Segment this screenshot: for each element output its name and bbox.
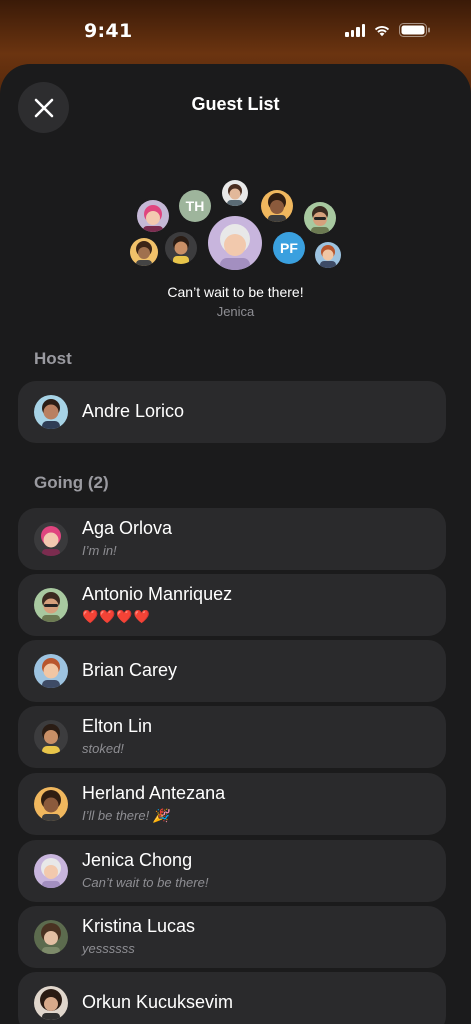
avatar <box>34 395 68 429</box>
avatar <box>34 588 68 622</box>
status-time: 9:41 <box>84 20 133 42</box>
featured-quote: Can’t wait to be there! <box>167 284 304 300</box>
status-icons <box>345 23 431 37</box>
cellular-signal-icon <box>345 23 365 37</box>
guest-name: Herland Antezana <box>82 783 226 803</box>
host-row[interactable]: Andre Lorico <box>18 381 446 443</box>
guest-note: I’ll be there! 🎉 <box>82 808 170 823</box>
section-header-going: Going (2) <box>34 473 109 492</box>
guest-name: Orkun Kucuksevim <box>82 992 234 1012</box>
guest-row[interactable]: Herland Antezana I’ll be there! 🎉 <box>18 773 446 835</box>
guest-list-sheet: Guest List TH PF Can’t wait to be there!… <box>0 64 471 1024</box>
guest-row[interactable]: Elton Lin stoked! <box>18 706 446 768</box>
guest-note: stoked! <box>82 741 124 756</box>
initials-avatar: PF <box>273 232 305 264</box>
featured-guest-avatar <box>208 216 262 270</box>
wifi-icon <box>374 25 390 37</box>
memoji-avatar <box>222 180 248 206</box>
featured-quote-author: Jenica <box>216 304 255 319</box>
guest-name: Elton Lin <box>82 716 153 736</box>
guest-note: ❤️❤️❤️❤️ <box>82 609 151 624</box>
memoji-avatar <box>130 238 158 266</box>
memoji-avatar <box>315 242 341 268</box>
guest-row[interactable]: Kristina Lucas yessssss <box>18 906 446 968</box>
memoji-avatar <box>165 232 197 264</box>
memoji-avatar <box>304 202 336 234</box>
guest-note: Can’t wait to be there! <box>82 875 209 890</box>
avatar <box>34 986 68 1020</box>
guest-name: Aga Orlova <box>82 518 173 538</box>
guest-row[interactable]: Antonio Manriquez ❤️❤️❤️❤️ <box>18 574 446 636</box>
guest-name: Andre Lorico <box>82 401 185 421</box>
memoji-avatar <box>261 190 293 222</box>
guest-row[interactable]: Orkun Kucuksevim <box>18 972 446 1024</box>
guest-name: Kristina Lucas <box>82 916 196 936</box>
guest-name: Jenica Chong <box>82 850 193 870</box>
guest-note: I’m in! <box>82 543 117 558</box>
guest-name: Antonio Manriquez <box>82 584 233 604</box>
avatar <box>34 654 68 688</box>
guest-row[interactable]: Brian Carey <box>18 640 446 702</box>
status-bar: 9:41 <box>0 0 471 62</box>
sheet-title: Guest List <box>191 94 280 114</box>
avatar <box>34 522 68 556</box>
avatar <box>34 854 68 888</box>
section-header-host: Host <box>34 349 72 368</box>
memoji-avatar <box>137 200 169 232</box>
initials-avatar: TH <box>179 190 211 222</box>
guest-row[interactable]: Jenica Chong Can’t wait to be there! <box>18 840 446 902</box>
guest-name: Brian Carey <box>82 660 178 680</box>
guest-avatar-cluster: TH PF <box>0 174 471 274</box>
guest-row[interactable]: Aga Orlova I’m in! <box>18 508 446 570</box>
battery-icon <box>399 23 430 37</box>
avatar <box>34 720 68 754</box>
avatar <box>34 787 68 821</box>
avatar <box>34 920 68 954</box>
guest-note: yessssss <box>82 941 135 956</box>
